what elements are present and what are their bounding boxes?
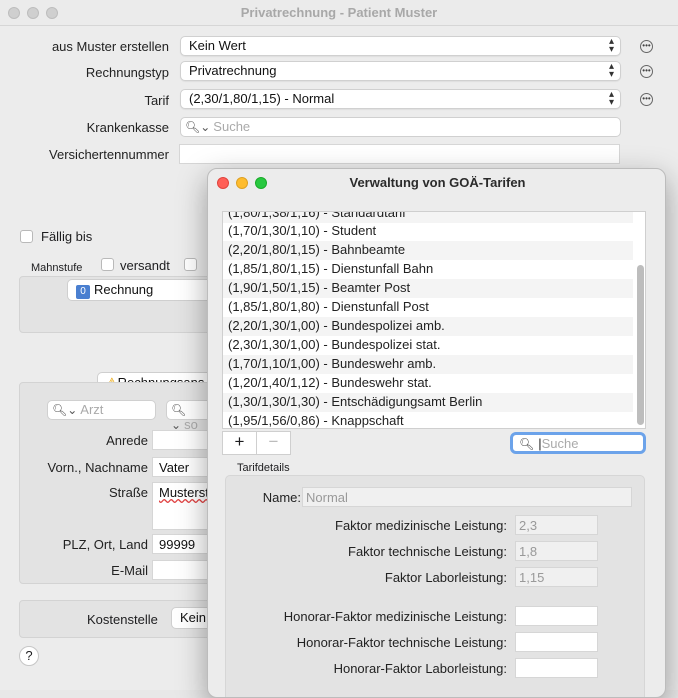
faellig-bis-checkbox[interactable] (20, 230, 33, 243)
aus-muster-label: aus Muster erstellen (51, 39, 169, 54)
tarif-label: Tarif (144, 93, 169, 108)
chevron-updown-icon: ▴ ▾ (608, 61, 614, 80)
krankenkasse-placeholder: Suche (213, 119, 251, 134)
arzt-search[interactable]: 🔍︎⌄ Arzt (47, 400, 156, 420)
aus-muster-value: Kein Wert (189, 38, 246, 53)
plz-field[interactable]: 99999 (152, 534, 212, 554)
ellipsis-icon[interactable]: ••• (640, 65, 653, 78)
aus-muster-popup[interactable]: Kein Wert ▴ ▾ (180, 36, 621, 56)
option-checkbox[interactable] (184, 258, 197, 271)
faktor-labor-label: Faktor Laborleistung: (384, 570, 507, 585)
list-item[interactable]: (1,85/1,80/1,15) - Dienstunfall Bahn (223, 260, 633, 279)
search-icon: 🔍︎ (519, 437, 535, 451)
email-field[interactable] (152, 560, 212, 580)
list-item[interactable]: (2,20/1,30/1,00) - Bundespolizei amb. (223, 317, 633, 336)
anrede-field[interactable] (152, 430, 212, 450)
tarifdetails-box: Name: Normal Faktor medizinische Leistun… (225, 475, 645, 697)
rechnung-popup[interactable]: 0 Rechnung (67, 279, 217, 301)
titlebar: Privatrechnung - Patient Muster (0, 0, 678, 26)
tarif-popup[interactable]: (2,30/1,80/1,15) - Normal ▴ ▾ (180, 89, 621, 109)
versichertennummer-field[interactable] (179, 144, 620, 164)
vorname-label: Vorn., Nachname (47, 460, 148, 475)
versichertennummer-label: Versichertennummer (49, 147, 169, 162)
help-button[interactable]: ? (19, 646, 39, 666)
ellipsis-icon[interactable]: ••• (640, 40, 653, 53)
hon-labor-field[interactable] (515, 658, 598, 678)
faktor-tech-label: Faktor technische Leistung: (348, 544, 507, 559)
tarif-value: (2,30/1,80/1,15) - Normal (189, 91, 335, 106)
anrede-label: Anrede (106, 433, 148, 448)
rechnungstyp-value: Privatrechnung (189, 63, 277, 78)
tarifdetails-heading: Tarifdetails (237, 462, 290, 474)
email-label: E-Mail (111, 563, 148, 578)
mahnstufe-label: Mahnstufe (31, 262, 83, 274)
list-item[interactable]: (1,70/1,10/1,00) - Bundeswehr amb. (223, 355, 633, 374)
list-item[interactable]: (1,95/1,56/0,86) - Knappschaft (223, 412, 633, 428)
list-item[interactable]: (1,70/1,30/1,10) - Student (223, 222, 633, 241)
hon-med-field[interactable] (515, 606, 598, 626)
window-title: Privatrechnung - Patient Muster (240, 5, 438, 20)
hon-labor-label: Honorar-Faktor Laborleistung: (333, 661, 507, 676)
name-field[interactable]: Normal (302, 487, 632, 507)
rechnungstyp-label: Rechnungstyp (85, 65, 169, 80)
faktor-labor-field[interactable]: 1,15 (515, 567, 598, 587)
strasse-label: Straße (108, 485, 148, 500)
rechnung-badge: 0 (76, 285, 90, 299)
kostenstelle-label: Kostenstelle (87, 612, 158, 627)
tarif-search-placeholder: Suche (541, 436, 579, 451)
ellipsis-icon[interactable]: ••• (640, 93, 653, 106)
krankenkasse-search[interactable]: 🔍︎⌄ Suche (180, 117, 621, 137)
tarif-list[interactable]: (1,80/1,38/1,16) - Standardtarif (1,70/1… (222, 211, 646, 429)
name-label: Name: (262, 490, 301, 505)
list-item[interactable]: (2,20/1,80/1,15) - Bahnbeamte (223, 241, 633, 260)
list-item[interactable]: (2,30/1,30/1,00) - Bundespolizei stat. (223, 336, 633, 355)
hon-tech-label: Honorar-Faktor technische Leistung: (296, 635, 507, 650)
goae-window: Verwaltung von GOÄ-Tarifen (1,80/1,38/1,… (207, 168, 666, 698)
goae-window-title: Verwaltung von GOÄ-Tarifen (349, 175, 526, 190)
faktor-med-field[interactable]: 2,3 (515, 515, 598, 535)
hon-med-label: Honorar-Faktor medizinische Leistung: (283, 609, 507, 624)
versandt-checkbox[interactable] (101, 258, 114, 271)
search-icon: 🔍︎⌄ (52, 403, 78, 417)
rechnung-label: Rechnung (94, 282, 154, 297)
krankenkasse-label: Krankenkasse (86, 120, 169, 135)
add-button[interactable]: + (222, 431, 257, 455)
faellig-bis-label: Fällig bis (41, 229, 93, 244)
arzt-placeholder: Arzt (80, 402, 104, 417)
hon-tech-field[interactable] (515, 632, 598, 652)
chevron-updown-icon: ▴ ▾ (608, 89, 614, 108)
versandt-label: versandt (120, 258, 170, 273)
rechnungstyp-popup[interactable]: Privatrechnung ▴ ▾ (180, 61, 621, 81)
plz-label: PLZ, Ort, Land (62, 537, 148, 552)
list-item[interactable]: (1,85/1,80/1,80) - Dienstunfall Post (223, 298, 633, 317)
remove-button[interactable]: − (256, 431, 291, 455)
list-item[interactable]: (1,90/1,50/1,15) - Beamter Post (223, 279, 633, 298)
vorname-field[interactable]: Vater (152, 457, 212, 477)
strasse-field[interactable]: Musterst (152, 482, 212, 530)
list-item[interactable]: (1,30/1,30/1,30) - Entschädigungsamt Ber… (223, 393, 633, 412)
search-icon: 🔍︎⌄ (185, 120, 211, 134)
chevron-updown-icon: ▴ ▾ (608, 36, 614, 55)
list-scrollbar[interactable] (637, 265, 644, 425)
tarif-search-input[interactable]: 🔍︎ |Suche (510, 432, 646, 454)
faktor-tech-field[interactable]: 1,8 (515, 541, 598, 561)
faktor-med-label: Faktor medizinische Leistung: (335, 518, 507, 533)
list-item[interactable]: (1,20/1,40/1,12) - Bundeswehr stat. (223, 374, 633, 393)
